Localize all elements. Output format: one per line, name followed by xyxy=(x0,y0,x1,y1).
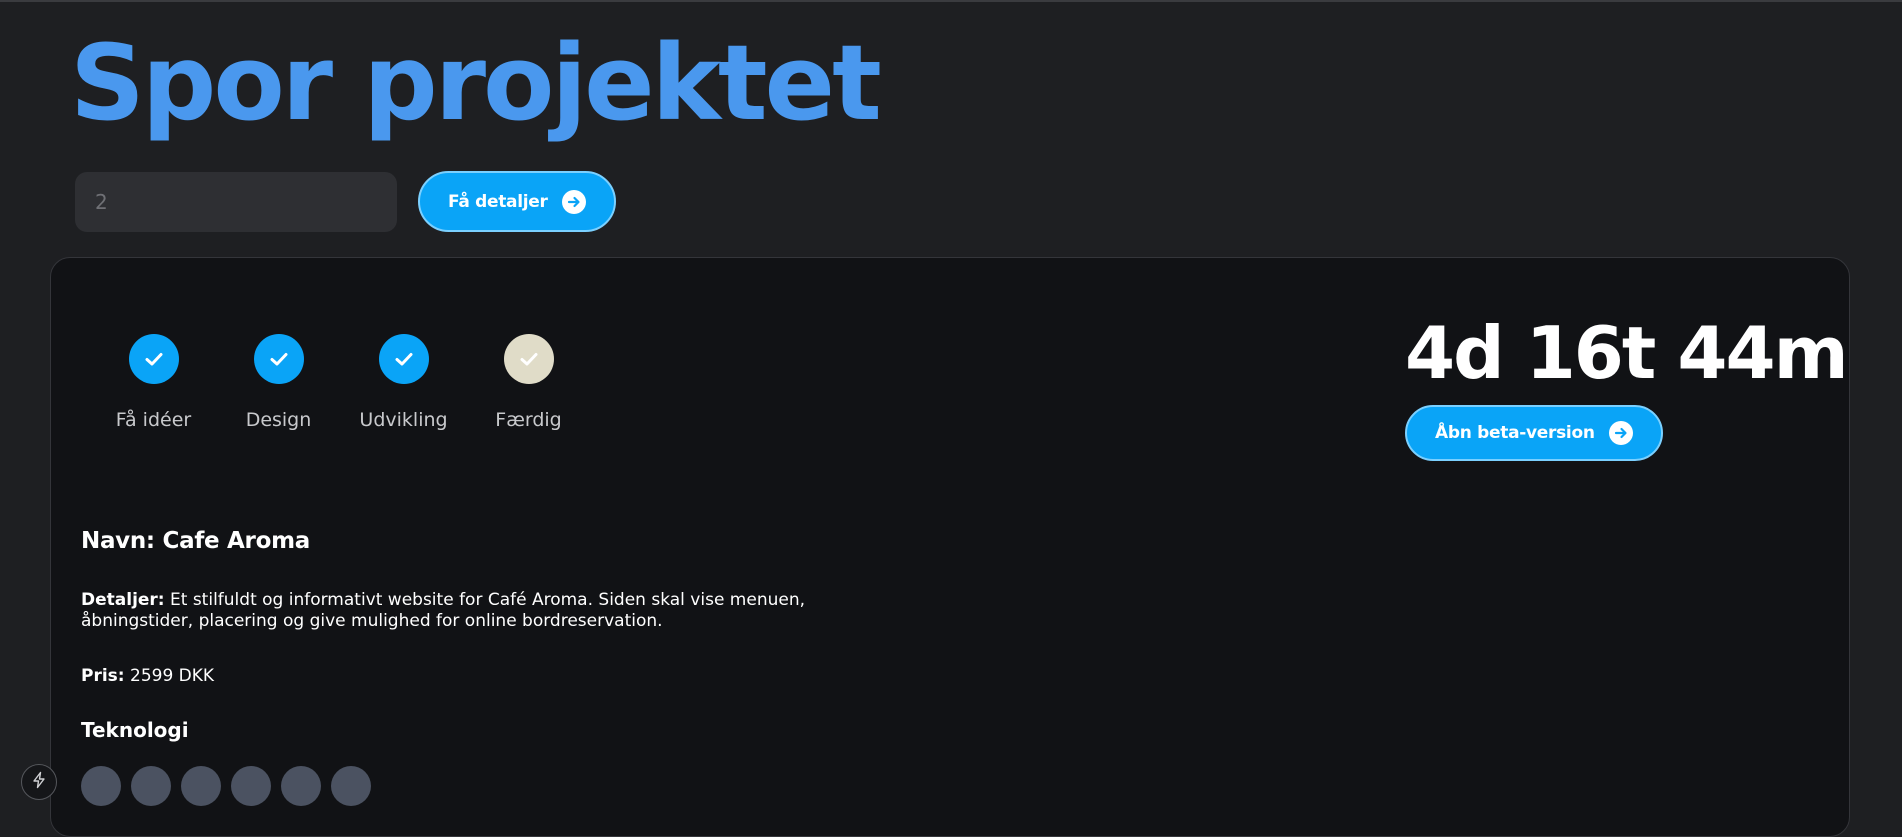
tech-icon xyxy=(331,766,371,806)
open-beta-button[interactable]: Åbn beta-version xyxy=(1405,405,1663,461)
open-beta-label: Åbn beta-version xyxy=(1435,423,1595,443)
tech-icon xyxy=(131,766,171,806)
step-label: Udvikling xyxy=(359,409,448,431)
get-details-label: Få detaljer xyxy=(448,191,548,212)
beta-button-wrap: Åbn beta-version xyxy=(1405,405,1663,461)
tech-icon xyxy=(181,766,221,806)
arrow-right-circle-icon xyxy=(1608,421,1633,445)
progress-steps: Få idéer Design Udvikling Færdig xyxy=(91,334,591,431)
top-divider xyxy=(0,0,1902,2)
step-design: Design xyxy=(216,334,341,431)
step-label: Design xyxy=(245,409,312,431)
lightning-bolt-icon xyxy=(30,771,48,793)
project-card: Få idéer Design Udvikling Færdig 4d 16t … xyxy=(50,257,1850,837)
check-icon xyxy=(253,334,304,384)
get-details-button[interactable]: Få detaljer xyxy=(418,171,616,232)
step-label: Få idéer xyxy=(115,409,192,431)
details-text: Et stilfuldt og informativt website for … xyxy=(81,590,806,631)
check-icon xyxy=(503,334,554,384)
project-price: Pris: 2599 DKK xyxy=(81,666,881,686)
countdown-timer: 4d 16t 44m xyxy=(1405,311,1849,395)
tech-title: Teknologi xyxy=(81,718,189,742)
tech-icon xyxy=(281,766,321,806)
lightning-bolt-button[interactable] xyxy=(21,764,57,800)
price-value: 2599 DKK xyxy=(124,666,215,686)
step-development: Udvikling xyxy=(341,334,466,431)
page-title: Spor projektet xyxy=(70,22,882,144)
step-finished: Færdig xyxy=(466,334,591,431)
tech-list xyxy=(81,766,371,806)
step-label: Færdig xyxy=(495,409,562,431)
project-info: Navn: Cafe Aroma Detaljer: Et stilfuldt … xyxy=(81,528,881,742)
arrow-right-circle-icon xyxy=(561,189,586,214)
project-details: Detaljer: Et stilfuldt og informativt we… xyxy=(81,590,881,632)
step-ideas: Få idéer xyxy=(91,334,216,431)
tech-icon xyxy=(231,766,271,806)
check-icon xyxy=(378,334,429,384)
details-label: Detaljer: xyxy=(81,590,165,610)
price-label: Pris: xyxy=(81,666,125,686)
tech-icon xyxy=(81,766,121,806)
check-icon xyxy=(128,334,179,384)
project-id-input[interactable] xyxy=(75,171,397,232)
project-lookup-form: Få detaljer xyxy=(75,171,616,232)
project-name: Navn: Cafe Aroma xyxy=(81,528,310,554)
